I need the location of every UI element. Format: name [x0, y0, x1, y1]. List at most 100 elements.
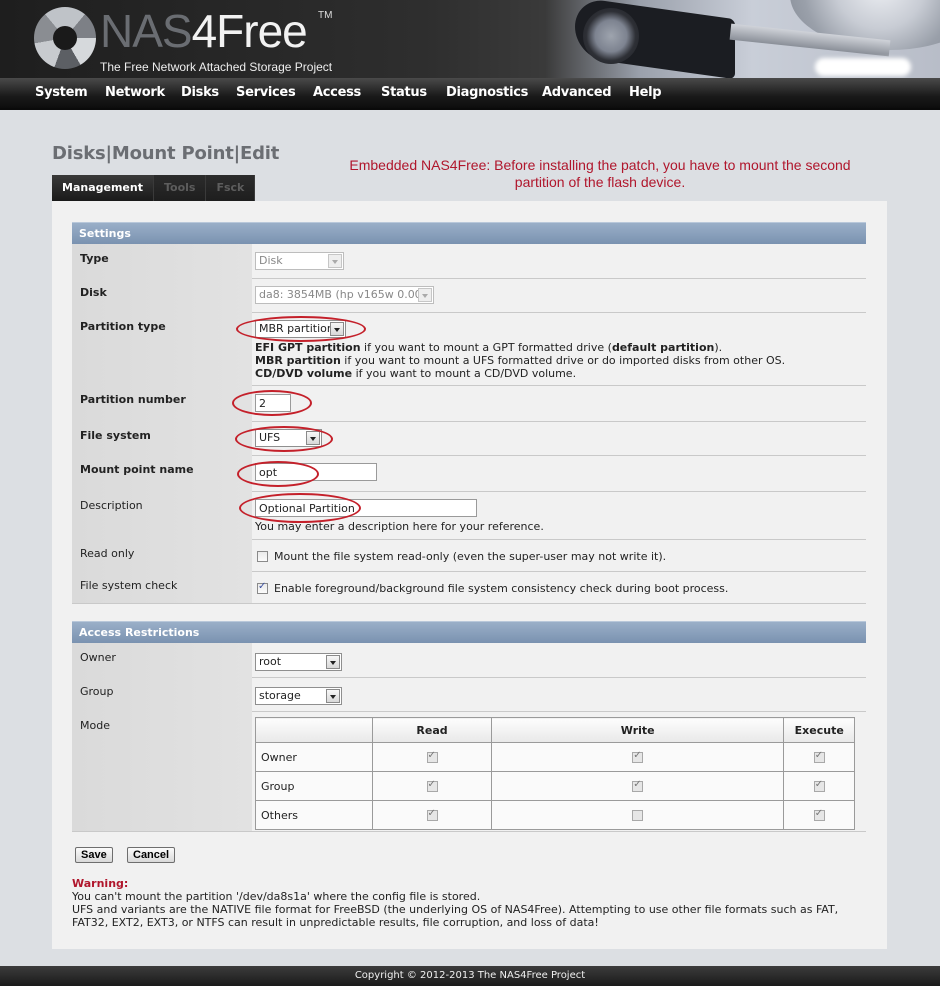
description-input[interactable]: Optional Partition: [255, 499, 477, 517]
disk-select[interactable]: da8: 3854MB (hp v165w 0.00): [255, 286, 434, 304]
chevron-down-icon: [328, 254, 342, 268]
nav-diagnostics[interactable]: Diagnostics: [446, 78, 528, 108]
chevron-down-icon: [326, 655, 340, 669]
chevron-down-icon: [306, 431, 320, 445]
help-text: if you want to mount a UFS formatted dri…: [340, 354, 786, 367]
mode-label: Mode: [72, 711, 252, 831]
chevron-down-icon: [418, 288, 432, 302]
partition-number-input[interactable]: 2: [255, 394, 291, 412]
mode-row-group: Group: [254, 771, 855, 801]
row-partition-type: Partition type MBR partition EFI GPT par…: [72, 312, 866, 386]
disk-value: da8: 3854MB (hp v165w 0.00): [259, 288, 426, 301]
nas4free-logo-icon: [34, 7, 96, 69]
cancel-button[interactable]: Cancel: [127, 847, 176, 863]
mount-point-name-input[interactable]: opt: [255, 463, 377, 481]
mode-row-label: Group: [254, 771, 374, 801]
tab-management[interactable]: Management: [52, 175, 154, 201]
others-read-checkbox[interactable]: [426, 808, 438, 821]
group-value: storage: [259, 689, 301, 702]
redacted-hostname: [815, 58, 911, 76]
warning-line: UFS and variants are the NATIVE file for…: [72, 903, 839, 929]
settings-header: Settings: [72, 222, 866, 244]
row-owner: Owner root: [72, 643, 866, 678]
mode-col-execute: Execute: [783, 717, 855, 743]
read-only-label: Read only: [72, 539, 252, 571]
tab-tools[interactable]: Tools: [153, 175, 207, 201]
nav-system[interactable]: System: [35, 78, 88, 108]
help-line-mbr: MBR partition if you want to mount a UFS…: [255, 354, 866, 367]
chevron-down-icon: [330, 322, 344, 336]
warning-block: Warning: You can't mount the partition '…: [72, 877, 872, 929]
page-title: Disks|Mount Point|Edit: [52, 143, 280, 164]
fs-check-label: File system check: [72, 571, 252, 603]
partition-number-label: Partition number: [72, 385, 252, 421]
mode-col-read: Read: [372, 717, 492, 743]
file-system-label: File system: [72, 421, 252, 455]
mode-table: Read Write Execute Owner Group: [254, 717, 855, 830]
main-nav: System Network Disks Services Access Sta…: [0, 78, 940, 110]
group-label: Group: [72, 677, 252, 711]
footer-copyright: Copyright © 2012-2013 The NAS4Free Proje…: [0, 966, 940, 986]
read-only-checkbox[interactable]: [257, 550, 268, 562]
owner-select[interactable]: root: [255, 653, 342, 671]
partition-type-help: EFI GPT partition if you want to mount a…: [255, 341, 866, 380]
others-execute-checkbox[interactable]: [813, 808, 825, 821]
row-partition-number: Partition number 2: [72, 385, 866, 422]
row-description: Description Optional Partition You may e…: [72, 491, 866, 540]
owner-label: Owner: [72, 643, 252, 677]
read-only-text: Mount the file system read-only (even th…: [274, 549, 667, 563]
fs-check-checkbox[interactable]: [257, 581, 268, 594]
nav-disks[interactable]: Disks: [181, 78, 219, 108]
file-system-select[interactable]: UFS: [255, 429, 322, 447]
nav-help[interactable]: Help: [629, 78, 662, 108]
description-help: You may enter a description here for you…: [255, 520, 544, 533]
help-line-gpt: EFI GPT partition if you want to mount a…: [255, 341, 866, 354]
tagline: The Free Network Attached Storage Projec…: [100, 60, 333, 74]
help-text: ).: [714, 341, 723, 354]
help-text: if you want to mount a GPT formatted dri…: [360, 341, 612, 354]
mode-col-blank: [254, 717, 374, 743]
nav-advanced[interactable]: Advanced: [542, 78, 612, 108]
access-restrictions-header: Access Restrictions: [72, 621, 866, 643]
warning-title: Warning:: [72, 877, 129, 890]
group-read-checkbox[interactable]: [426, 779, 438, 792]
nav-services[interactable]: Services: [236, 78, 296, 108]
nav-access[interactable]: Access: [313, 78, 361, 108]
fs-check-text: Enable foreground/background file system…: [274, 581, 729, 595]
owner-value: root: [259, 655, 282, 668]
others-write-checkbox[interactable]: [632, 810, 644, 821]
help-term: MBR partition: [255, 354, 341, 367]
group-select[interactable]: storage: [255, 687, 342, 705]
row-type: Type Disk: [72, 244, 866, 279]
nav-status[interactable]: Status: [381, 78, 427, 108]
group-execute-checkbox[interactable]: [813, 779, 825, 792]
site-header: NAS4Free TM The Free Network Attached St…: [0, 0, 940, 78]
row-fs-check: File system check Enable foreground/back…: [72, 571, 866, 604]
help-term: EFI GPT partition: [255, 341, 361, 354]
row-mount-point-name: Mount point name opt: [72, 455, 866, 492]
owner-write-checkbox[interactable]: [632, 750, 644, 763]
save-button[interactable]: Save: [75, 847, 113, 863]
owner-read-checkbox[interactable]: [426, 750, 438, 763]
content-panel: Settings Type Disk Disk da8: 3854MB (hp …: [52, 201, 887, 949]
help-text: if you want to mount a CD/DVD volume.: [352, 367, 577, 380]
help-term: CD/DVD volume: [255, 367, 353, 380]
mode-col-write: Write: [490, 717, 785, 743]
partition-type-label: Partition type: [72, 312, 252, 385]
embedded-notice: Embedded NAS4Free: Before installing the…: [349, 157, 851, 190]
type-select[interactable]: Disk: [255, 252, 344, 270]
help-line-cddvd: CD/DVD volume if you want to mount a CD/…: [255, 367, 866, 380]
row-file-system: File system UFS: [72, 421, 866, 456]
hard-drive-hub-image: [583, 8, 639, 64]
partition-type-value: MBR partition: [259, 322, 334, 335]
group-write-checkbox[interactable]: [632, 779, 644, 792]
trademark: TM: [318, 10, 333, 21]
tab-fsck[interactable]: Fsck: [206, 175, 256, 201]
logo-nas: NAS: [100, 5, 193, 57]
help-term: default partition: [611, 341, 715, 354]
nav-network[interactable]: Network: [105, 78, 165, 108]
mount-point-name-label: Mount point name: [72, 455, 252, 491]
partition-type-select[interactable]: MBR partition: [255, 320, 346, 338]
owner-execute-checkbox[interactable]: [813, 750, 825, 763]
disk-label: Disk: [72, 278, 252, 312]
